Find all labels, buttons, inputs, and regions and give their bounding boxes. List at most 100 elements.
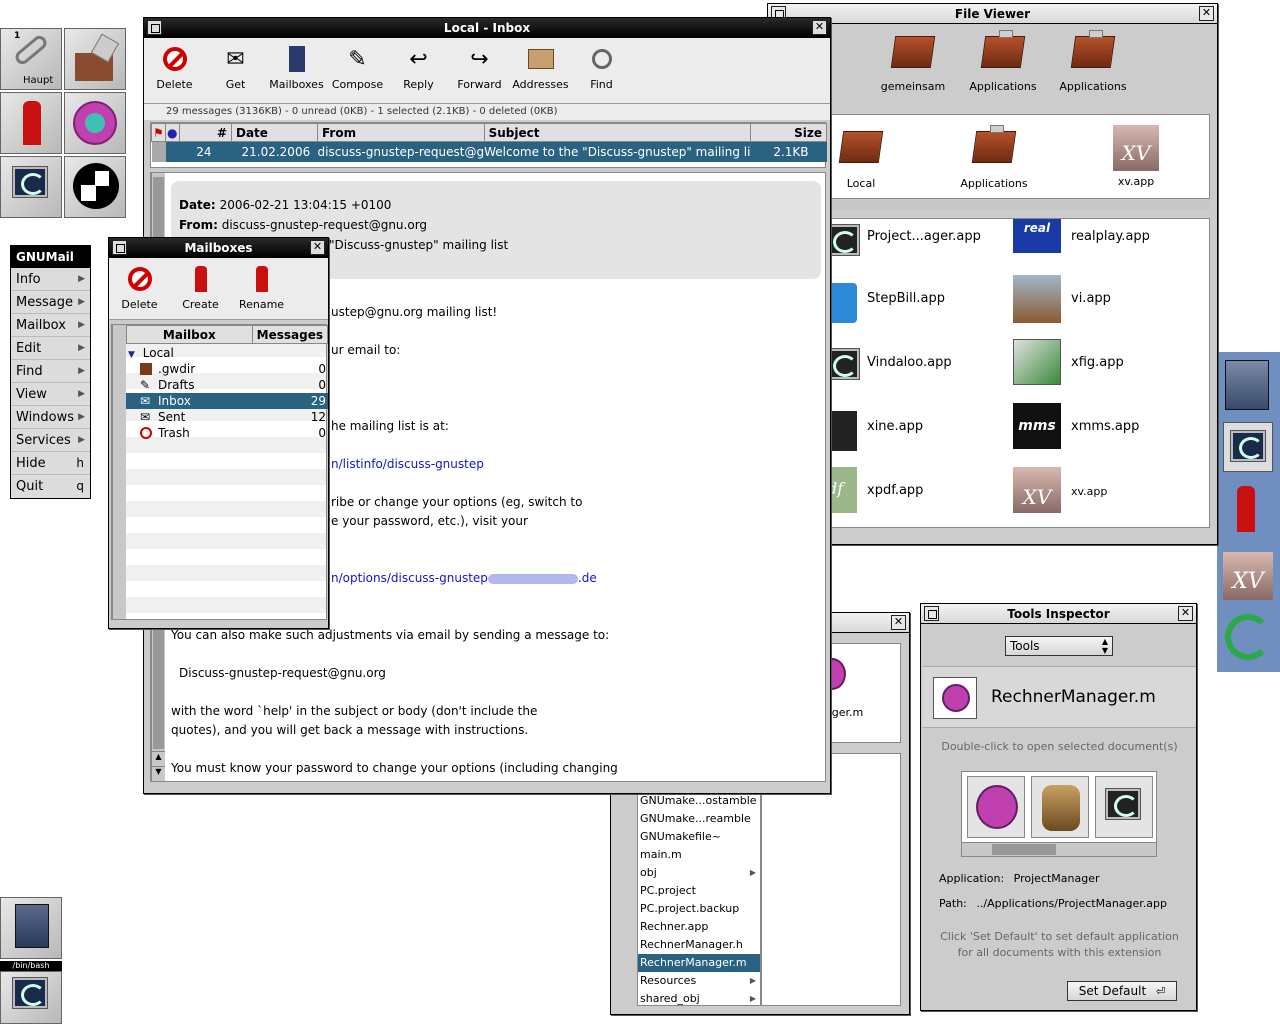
inspector-popup[interactable]: Tools ▲ ▼ [1005, 636, 1113, 656]
shelf-item[interactable]: Applications [958, 30, 1048, 93]
delete-mailbox-button[interactable]: Delete [109, 258, 170, 319]
workspace-tile[interactable]: 1 Haupt [0, 28, 62, 90]
from-column-header[interactable]: From [317, 123, 485, 142]
mailboxes-button[interactable]: Mailboxes [266, 38, 327, 103]
gnumail-tile[interactable] [0, 92, 62, 154]
app-item[interactable]: StepBill.app [827, 283, 1011, 323]
num-column-header[interactable]: # [179, 123, 232, 142]
file-row[interactable]: PC.project.backup [638, 900, 760, 918]
menu-item-services[interactable]: Services ▶ [11, 429, 90, 452]
reply-button[interactable]: ↩ Reply [388, 38, 449, 103]
menu-item-edit[interactable]: Edit ▶ [11, 337, 90, 360]
menu-item-windows[interactable]: Windows ▶ [11, 406, 90, 429]
app-chooser-scroller[interactable] [962, 842, 1156, 856]
file-row[interactable]: PC.project [638, 882, 760, 900]
mail-dock-icon[interactable] [1237, 486, 1255, 532]
app-item[interactable]: xine.app [829, 411, 1011, 451]
miniaturize-button[interactable] [924, 606, 939, 621]
app-item[interactable]: XV xv.app [1013, 467, 1203, 515]
xv-dock-icon[interactable]: XV [1223, 552, 1273, 600]
menu-item-find[interactable]: Find ▶ [11, 360, 90, 383]
inbox-titlebar[interactable]: Local - Inbox ✕ [144, 18, 830, 38]
addresses-button[interactable]: Addresses [510, 38, 571, 103]
app-item[interactable]: xfig.app [1013, 339, 1203, 387]
options-link[interactable]: n/options/discuss-gnustep .de [331, 571, 597, 585]
app-item[interactable]: df xpdf.app [827, 467, 1011, 515]
mailbox-row[interactable]: ✎ Drafts 0 [126, 377, 328, 393]
filemanager-icon[interactable] [1225, 360, 1269, 410]
listinfo-link[interactable]: n/listinfo/discuss-gnustep [331, 457, 484, 471]
path-item[interactable]: XV xv.app [1101, 125, 1171, 188]
rename-mailbox-button[interactable]: Rename [231, 258, 292, 319]
create-mailbox-button[interactable]: Create [170, 258, 231, 319]
menu-item-message[interactable]: Message ▶ [11, 291, 90, 314]
menu-item-quit[interactable]: Quit q [11, 475, 90, 498]
terminal-dock-icon[interactable] [1223, 422, 1273, 472]
tools-inspector-titlebar[interactable]: Tools Inspector ✕ [921, 604, 1196, 624]
clock-tile[interactable] [64, 156, 126, 218]
gnu-choice[interactable] [1031, 776, 1089, 838]
preferences-tile[interactable] [64, 28, 126, 90]
message-row-selected[interactable]: 24 21.02.2006 discuss-gnustep-request@g … [151, 141, 827, 162]
miniaturize-button[interactable] [112, 240, 127, 255]
mailbox-root[interactable]: ▼ Local [128, 345, 174, 361]
mailbox-tree-scrollbar[interactable] [112, 325, 126, 619]
delete-button[interactable]: Delete [144, 38, 205, 103]
compose-button[interactable]: ✎ Compose [327, 38, 388, 103]
monitor-choice[interactable] [1095, 776, 1153, 838]
mailbox-column-header[interactable]: Mailbox [126, 325, 253, 344]
filemanager-dock-tile[interactable] [0, 897, 62, 959]
file-row[interactable]: shared_obj ▶ [638, 990, 760, 1008]
path-item[interactable]: Local [831, 125, 891, 190]
file-viewer-titlebar[interactable]: File Viewer ✕ [768, 4, 1217, 24]
close-button[interactable]: ✕ [310, 240, 325, 255]
app-item[interactable]: mms xmms.app [1013, 403, 1203, 451]
menu-item-mailbox[interactable]: Mailbox ▶ [11, 314, 90, 337]
projectmanager-choice[interactable] [967, 776, 1025, 838]
recycler-icon[interactable] [1225, 614, 1271, 660]
file-row[interactable]: Rechner.app [638, 918, 760, 936]
forward-button[interactable]: ↪ Forward [449, 38, 510, 103]
app-item[interactable]: Vindaloo.app [824, 347, 1011, 387]
mailbox-row[interactable]: Trash 0 [126, 425, 328, 441]
close-button[interactable]: ✕ [891, 615, 906, 630]
mailboxes-titlebar[interactable]: Mailboxes ✕ [109, 238, 328, 258]
flag-column-header[interactable]: ⚑ [151, 123, 166, 142]
find-button[interactable]: Find [571, 38, 632, 103]
file-row[interactable]: Resources ▶ [638, 972, 760, 990]
app-item[interactable]: Project...ager.app [824, 223, 1011, 263]
mailbox-row-selected[interactable]: ✉ Inbox 29 [126, 393, 328, 409]
messages-column-header[interactable]: Messages [251, 325, 329, 344]
miniaturize-button[interactable] [147, 20, 162, 35]
scroll-up-arrow[interactable]: ▲ [152, 751, 165, 765]
mailbox-row[interactable]: .gwdir 0 [126, 361, 328, 377]
projectcenter-tile[interactable] [64, 92, 126, 154]
file-row[interactable]: GNUmakefile~ [638, 828, 760, 846]
path-scroller[interactable] [830, 198, 1210, 210]
close-button[interactable]: ✕ [1178, 606, 1193, 621]
menu-item-info[interactable]: Info ▶ [11, 268, 90, 291]
mailbox-row[interactable]: ✉ Sent 12 [126, 409, 328, 425]
menu-item-view[interactable]: View ▶ [11, 383, 90, 406]
read-column-header[interactable]: ● [165, 123, 180, 142]
set-default-button[interactable]: Set Default ⏎ [1067, 981, 1177, 1001]
file-row[interactable]: GNUmake...ostamble [638, 792, 760, 810]
app-item[interactable]: real realplay.app [1013, 219, 1203, 259]
get-button[interactable]: ✉ Get [205, 38, 266, 103]
close-button[interactable]: ✕ [812, 20, 827, 35]
file-row-selected[interactable]: RechnerManager.m [638, 954, 760, 972]
date-column-header[interactable]: Date [231, 123, 318, 142]
app-item[interactable]: vi.app [1013, 275, 1203, 323]
subject-column-header[interactable]: Subject [483, 123, 751, 142]
file-row[interactable]: main.m [638, 846, 760, 864]
shelf-item[interactable]: gemeinsam [868, 30, 958, 93]
terminal-dock-tile[interactable] [0, 971, 62, 1024]
file-row[interactable]: GNUmake...reamble [638, 810, 760, 828]
shelf-item[interactable]: Applications [1048, 30, 1138, 93]
file-row[interactable]: obj ▶ [638, 864, 760, 882]
file-row[interactable]: RechnerManager.h [638, 936, 760, 954]
close-button[interactable]: ✕ [1199, 6, 1214, 21]
menu-item-hide[interactable]: Hide h [11, 452, 90, 475]
path-item[interactable]: Applications [949, 125, 1039, 190]
size-column-header[interactable]: Size [749, 123, 828, 142]
